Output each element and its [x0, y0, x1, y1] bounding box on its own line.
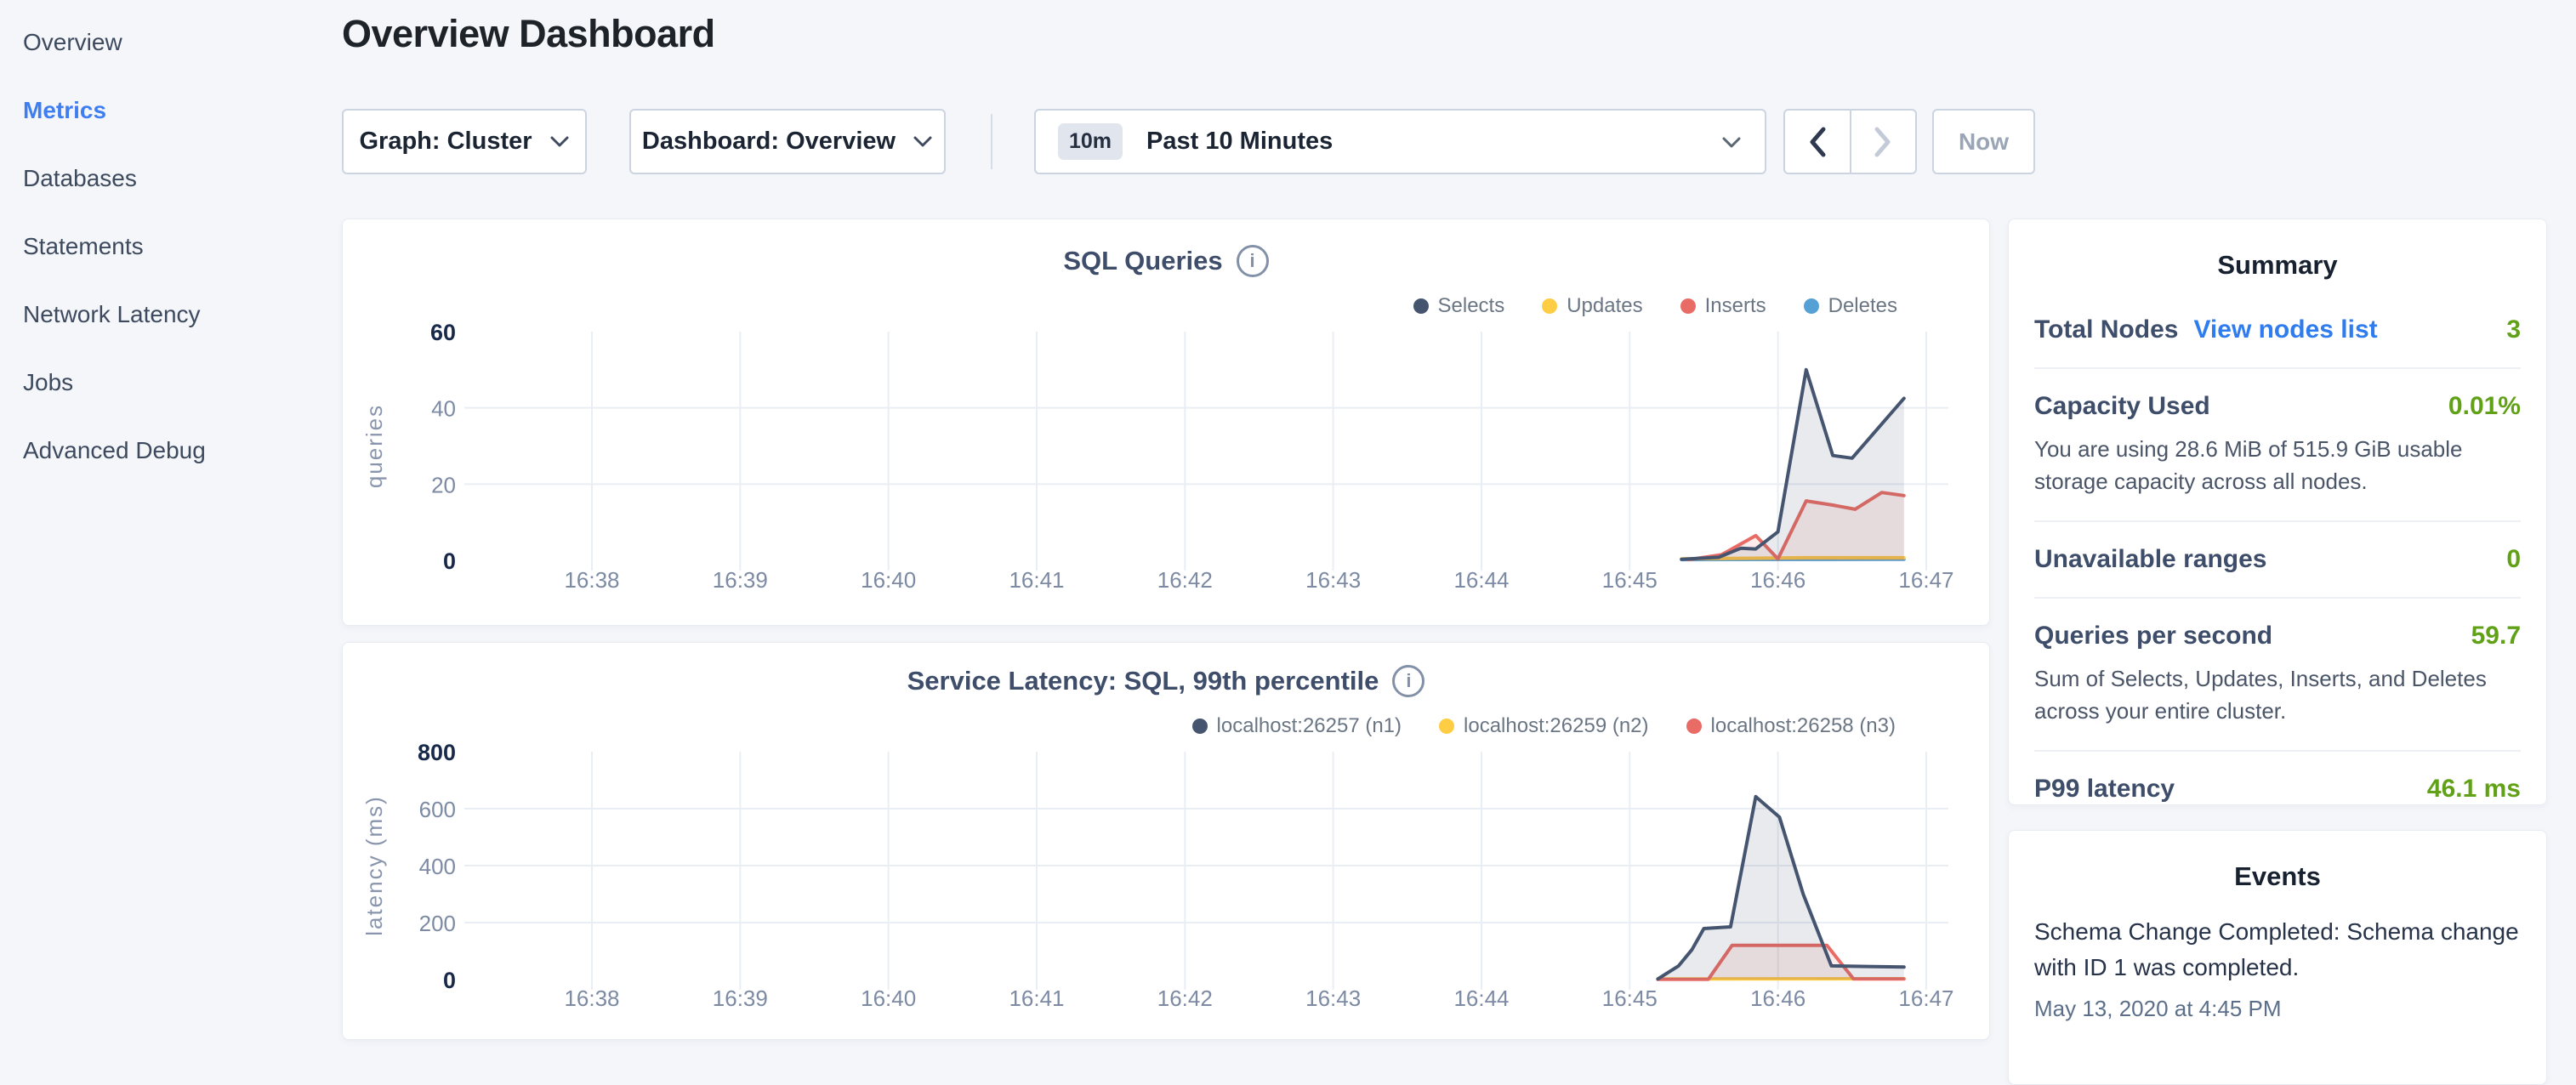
sidebar-item-network-latency[interactable]: Network Latency	[0, 281, 342, 349]
p99-latency-value: 46.1 ms	[2427, 775, 2521, 804]
time-forward-button[interactable]	[1850, 111, 1916, 173]
svg-text:16:38: 16:38	[564, 567, 619, 593]
svg-text:16:40: 16:40	[861, 986, 916, 1011]
total-nodes-value: 3	[2506, 315, 2521, 344]
dashboard-dropdown[interactable]: Dashboard: Overview	[629, 109, 946, 174]
service-latency-card: Service Latency: SQL, 99th percentile i …	[342, 642, 1990, 1040]
svg-text:16:46: 16:46	[1750, 567, 1805, 593]
now-button[interactable]: Now	[1932, 109, 2035, 174]
svg-text:600: 600	[419, 797, 456, 822]
time-back-button[interactable]	[1785, 111, 1850, 173]
unavailable-ranges-value: 0	[2506, 545, 2521, 574]
queries-per-second-description: Sum of Selects, Updates, Inserts, and De…	[2034, 662, 2521, 727]
svg-text:16:40: 16:40	[861, 567, 916, 593]
svg-text:16:42: 16:42	[1157, 986, 1213, 1011]
summary-heading: Summary	[2009, 219, 2546, 281]
svg-text:16:38: 16:38	[564, 986, 619, 1011]
chevron-down-icon	[1720, 135, 1743, 149]
event-timestamp: May 13, 2020 at 4:45 PM	[2034, 996, 2521, 1022]
service-latency-plot[interactable]: 16:38 16:39 16:40 16:41 16:42 16:43 16:44 16:45…	[343, 643, 1989, 1039]
svg-text:16:44: 16:44	[1453, 986, 1509, 1011]
chevron-down-icon	[913, 135, 933, 148]
svg-text:16:43: 16:43	[1305, 986, 1361, 1011]
events-panel: Events Schema Change Completed: Schema c…	[2008, 830, 2547, 1085]
svg-text:0: 0	[443, 968, 456, 993]
svg-text:latency (ms): latency (ms)	[361, 795, 387, 936]
event-list-item: Schema Change Completed: Schema change w…	[2009, 892, 2546, 1022]
events-heading: Events	[2009, 831, 2546, 892]
sidebar-item-advanced-debug[interactable]: Advanced Debug	[0, 417, 342, 485]
svg-text:400: 400	[419, 854, 456, 879]
time-step-buttons	[1783, 109, 1917, 174]
svg-text:16:41: 16:41	[1009, 567, 1064, 593]
toolbar-divider	[991, 114, 992, 169]
svg-text:16:42: 16:42	[1157, 567, 1213, 593]
svg-text:20: 20	[431, 472, 456, 497]
svg-text:16:47: 16:47	[1898, 986, 1953, 1011]
summary-row-capacity-used: Capacity Used 0.01% You are using 28.6 M…	[2034, 369, 2521, 522]
svg-text:16:43: 16:43	[1305, 567, 1361, 593]
summary-row-queries-per-second: Queries per second 59.7 Sum of Selects, …	[2034, 599, 2521, 752]
chevron-left-icon	[1806, 125, 1828, 159]
svg-text:16:39: 16:39	[713, 986, 768, 1011]
sidebar-item-statements[interactable]: Statements	[0, 213, 342, 281]
summary-row-total-nodes: Total Nodes View nodes list 3	[2034, 293, 2521, 369]
summary-row-p99-latency: P99 latency 46.1 ms	[2034, 752, 2521, 827]
svg-text:16:45: 16:45	[1602, 567, 1658, 593]
chevron-right-icon	[1872, 125, 1894, 159]
svg-text:16:45: 16:45	[1602, 986, 1658, 1011]
toolbar: Graph: Cluster Dashboard: Overview 10m P…	[0, 109, 2576, 174]
time-range-badge: 10m	[1058, 123, 1123, 160]
svg-text:800: 800	[418, 740, 456, 765]
svg-text:queries: queries	[361, 404, 387, 488]
svg-text:200: 200	[419, 911, 456, 936]
svg-text:16:39: 16:39	[713, 567, 768, 593]
sql-queries-card: SQL Queries i Selects Updates Inserts De…	[342, 219, 1990, 626]
svg-text:16:46: 16:46	[1750, 986, 1805, 1011]
sidebar-item-overview[interactable]: Overview	[0, 9, 342, 77]
sql-queries-plot[interactable]: 16:38 16:39 16:40 16:41 16:42 16:43 16:44 16:45…	[343, 219, 1989, 625]
view-nodes-list-link[interactable]: View nodes list	[2193, 315, 2377, 344]
capacity-used-description: You are using 28.6 MiB of 515.9 GiB usab…	[2034, 433, 2521, 497]
graph-dropdown[interactable]: Graph: Cluster	[342, 109, 587, 174]
svg-text:60: 60	[430, 320, 456, 345]
summary-panel: Summary Total Nodes View nodes list 3 Ca…	[2008, 219, 2547, 805]
svg-text:16:44: 16:44	[1453, 567, 1509, 593]
svg-text:0: 0	[443, 548, 456, 574]
svg-text:40: 40	[431, 396, 456, 422]
queries-per-second-value: 59.7	[2471, 622, 2521, 650]
svg-text:16:41: 16:41	[1009, 986, 1064, 1011]
capacity-used-value: 0.01%	[2448, 392, 2521, 421]
svg-text:16:47: 16:47	[1898, 567, 1953, 593]
time-range-selector[interactable]: 10m Past 10 Minutes	[1034, 109, 1766, 174]
chevron-down-icon	[549, 135, 570, 148]
summary-row-unavailable-ranges: Unavailable ranges 0	[2034, 522, 2521, 599]
sidebar-item-jobs[interactable]: Jobs	[0, 349, 342, 417]
graph-dropdown-label: Graph: Cluster	[359, 128, 532, 156]
dashboard-dropdown-label: Dashboard: Overview	[642, 128, 896, 156]
page-title: Overview Dashboard	[342, 12, 715, 56]
event-text: Schema Change Completed: Schema change w…	[2034, 914, 2521, 986]
time-range-label: Past 10 Minutes	[1146, 128, 1333, 156]
